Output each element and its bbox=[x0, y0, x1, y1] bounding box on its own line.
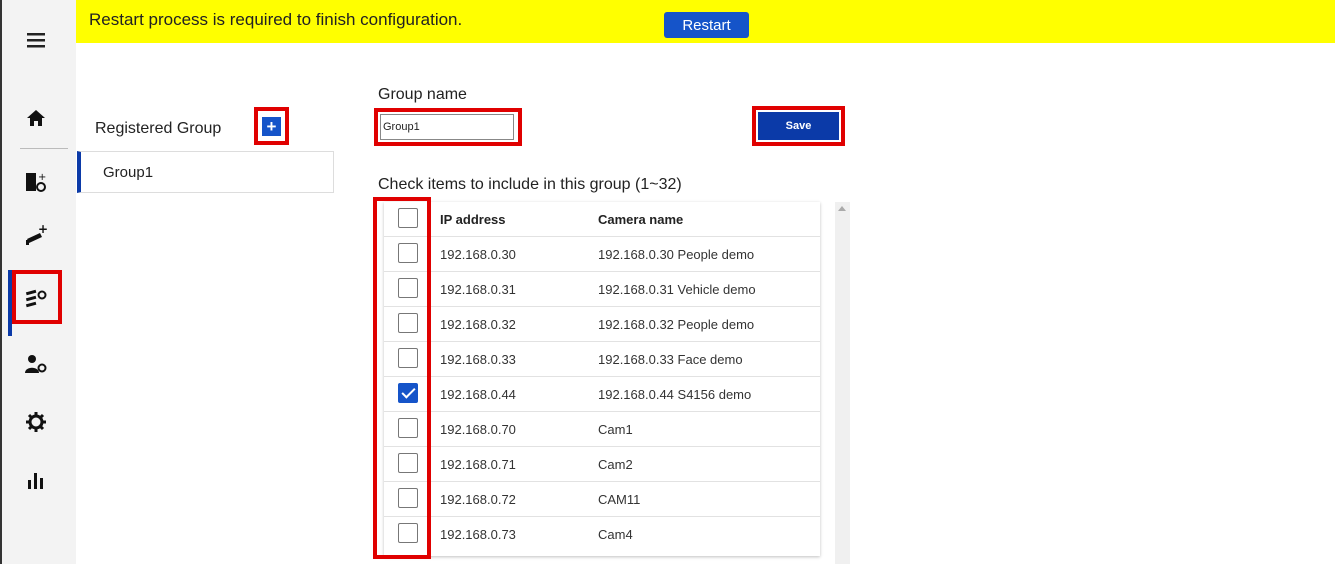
sidebar: + + bbox=[0, 0, 76, 564]
add-camera-icon[interactable]: + bbox=[16, 215, 56, 255]
row-ip: 192.168.0.30 bbox=[440, 247, 516, 262]
home-icon[interactable] bbox=[16, 98, 56, 138]
row-ip: 192.168.0.70 bbox=[440, 422, 516, 437]
table-row[interactable]: 192.168.0.31 192.168.0.31 Vehicle demo bbox=[384, 272, 820, 307]
registered-group-title: Registered Group bbox=[95, 120, 222, 137]
statistics-icon[interactable] bbox=[16, 460, 56, 500]
row-checkbox[interactable] bbox=[398, 453, 418, 473]
group-name-highlight bbox=[374, 108, 522, 146]
device-settings-icon[interactable]: + bbox=[16, 162, 56, 202]
row-checkbox-checked[interactable] bbox=[398, 383, 418, 403]
row-checkbox[interactable] bbox=[398, 523, 418, 543]
select-all-checkbox[interactable] bbox=[398, 208, 418, 228]
row-camera-name: 192.168.0.33 Face demo bbox=[598, 352, 743, 367]
save-button[interactable]: Save bbox=[758, 112, 839, 140]
table-header-row: IP address Camera name bbox=[384, 202, 820, 237]
row-checkbox[interactable] bbox=[398, 278, 418, 298]
table-row[interactable]: 192.168.0.33 192.168.0.33 Face demo bbox=[384, 342, 820, 377]
row-ip: 192.168.0.72 bbox=[440, 492, 516, 507]
group-item-label: Group1 bbox=[103, 164, 154, 181]
group-name-input[interactable] bbox=[380, 114, 514, 140]
group-name-label: Group name bbox=[378, 86, 467, 103]
svg-text:+: + bbox=[38, 172, 46, 183]
row-camera-name: 192.168.0.31 Vehicle demo bbox=[598, 282, 756, 297]
user-settings-icon[interactable] bbox=[16, 344, 56, 384]
row-check-cell bbox=[384, 237, 429, 272]
scroll-up-arrow-icon[interactable] bbox=[838, 206, 846, 211]
banner-message: Restart process is required to finish co… bbox=[89, 10, 463, 29]
row-camera-name: Cam2 bbox=[598, 457, 633, 472]
row-checkbox[interactable] bbox=[398, 418, 418, 438]
gear-icon[interactable] bbox=[16, 402, 56, 442]
row-check-cell bbox=[384, 517, 429, 552]
add-group-highlight: + bbox=[254, 107, 289, 145]
restart-banner: Restart process is required to finish co… bbox=[76, 0, 1335, 43]
menu-icon[interactable] bbox=[16, 20, 56, 60]
header-check-cell bbox=[384, 202, 429, 237]
row-check-cell bbox=[384, 307, 429, 342]
row-ip: 192.168.0.33 bbox=[440, 352, 516, 367]
row-check-cell bbox=[384, 342, 429, 377]
row-check-cell bbox=[384, 447, 429, 482]
table-row[interactable]: 192.168.0.71 Cam2 bbox=[384, 447, 820, 482]
row-camera-name: Cam1 bbox=[598, 422, 633, 437]
row-checkbox[interactable] bbox=[398, 243, 418, 263]
row-camera-name: CAM11 bbox=[598, 492, 641, 507]
table-row[interactable]: 192.168.0.73 Cam4 bbox=[384, 517, 820, 552]
add-group-button[interactable]: + bbox=[262, 116, 281, 136]
table-row[interactable]: 192.168.0.44 192.168.0.44 S4156 demo bbox=[384, 377, 820, 412]
row-check-cell bbox=[384, 377, 429, 412]
table-row[interactable]: 192.168.0.30 192.168.0.30 People demo bbox=[384, 237, 820, 272]
svg-text:+: + bbox=[38, 223, 48, 236]
table-row[interactable]: 192.168.0.72 CAM11 bbox=[384, 482, 820, 517]
row-ip: 192.168.0.31 bbox=[440, 282, 516, 297]
table-row[interactable]: 192.168.0.70 Cam1 bbox=[384, 412, 820, 447]
row-check-cell bbox=[384, 482, 429, 517]
row-ip: 192.168.0.73 bbox=[440, 527, 516, 542]
row-camera-name: 192.168.0.44 S4156 demo bbox=[598, 387, 752, 402]
row-camera-name: 192.168.0.30 People demo bbox=[598, 247, 755, 262]
restart-button[interactable]: Restart bbox=[664, 12, 749, 38]
row-check-cell bbox=[384, 272, 429, 307]
row-checkbox[interactable] bbox=[398, 348, 418, 368]
row-camera-name: 192.168.0.32 People demo bbox=[598, 317, 755, 332]
row-check-cell bbox=[384, 412, 429, 447]
group-nav-highlight bbox=[12, 270, 62, 324]
table-row[interactable]: 192.168.0.32 192.168.0.32 People demo bbox=[384, 307, 820, 342]
header-ip: IP address bbox=[440, 212, 506, 227]
row-checkbox[interactable] bbox=[398, 488, 418, 508]
save-highlight: Save bbox=[752, 106, 845, 146]
row-ip: 192.168.0.32 bbox=[440, 317, 516, 332]
row-camera-name: Cam4 bbox=[598, 527, 633, 542]
group-list-item[interactable]: Group1 bbox=[77, 151, 334, 193]
table-scrollbar[interactable] bbox=[835, 202, 850, 564]
row-ip: 192.168.0.71 bbox=[440, 457, 516, 472]
header-camera-name: Camera name bbox=[598, 212, 684, 227]
row-ip: 192.168.0.44 bbox=[440, 387, 516, 402]
camera-table: IP address Camera name 192.168.0.30 192.… bbox=[384, 202, 820, 556]
row-checkbox[interactable] bbox=[398, 313, 418, 333]
check-items-label: Check items to include in this group (1~… bbox=[378, 176, 682, 193]
sidebar-divider bbox=[20, 148, 68, 149]
